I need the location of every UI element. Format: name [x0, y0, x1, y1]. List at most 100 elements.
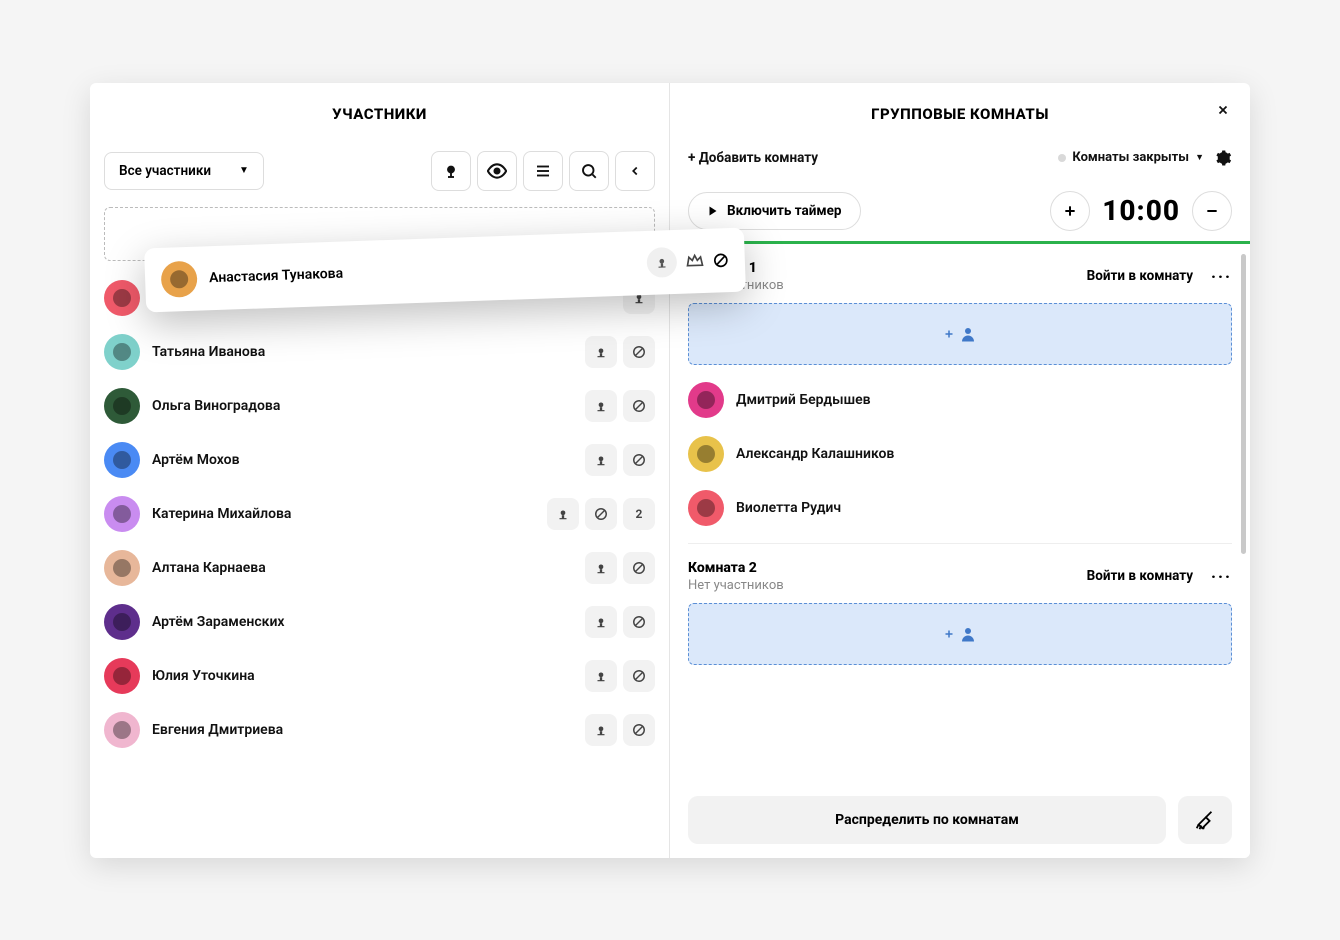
room-more-button[interactable]: ···: [1211, 567, 1232, 586]
filter-label: Все участники: [119, 163, 211, 179]
block-action-button[interactable]: [623, 714, 655, 746]
clear-rooms-button[interactable]: [1178, 796, 1232, 844]
participant-name: Александр Калашников: [736, 446, 1232, 462]
camera-toggle-button[interactable]: [431, 151, 471, 191]
participant-row[interactable]: Юлия Уточкина: [104, 649, 655, 703]
participants-toolbar: Все участники ▼: [90, 143, 669, 207]
room-more-button[interactable]: ···: [1211, 267, 1232, 286]
block-action-button[interactable]: [623, 660, 655, 692]
avatar: [688, 382, 724, 418]
close-icon: [1216, 103, 1230, 117]
rooms-status-label: Комнаты закрыты: [1072, 150, 1189, 165]
status-dot-icon: [1058, 154, 1066, 162]
visibility-toggle-button[interactable]: [477, 151, 517, 191]
block-action-button[interactable]: [585, 498, 617, 530]
block-action-button[interactable]: [623, 390, 655, 422]
camera-icon: [556, 507, 570, 521]
participant-row[interactable]: Катерина Михайлова 2: [104, 487, 655, 541]
timer-decrease-button[interactable]: [1192, 191, 1232, 231]
person-icon: [959, 625, 977, 643]
block-action-button[interactable]: [623, 444, 655, 476]
camera-action-button[interactable]: [646, 246, 677, 277]
timer-value: 10:00: [1102, 194, 1180, 227]
camera-action-button[interactable]: [547, 498, 579, 530]
collapse-button[interactable]: [615, 151, 655, 191]
block-icon: [632, 399, 646, 413]
participant-row[interactable]: Артём Мохов: [104, 433, 655, 487]
timer-toggle-button[interactable]: Включить таймер: [688, 192, 861, 230]
timer-increase-button[interactable]: [1050, 191, 1090, 231]
room-header: Комната 2 Нет участников Войти в комнату…: [688, 544, 1232, 603]
camera-icon: [594, 399, 608, 413]
block-icon: [632, 723, 646, 737]
block-action-button[interactable]: [623, 606, 655, 638]
chevron-down-icon: ▼: [1195, 152, 1204, 163]
search-button[interactable]: [569, 151, 609, 191]
plus-icon: [943, 628, 955, 640]
participant-row[interactable]: Татьяна Иванова: [104, 325, 655, 379]
participant-name: Юлия Уточкина: [152, 668, 573, 684]
crown-icon: [685, 250, 706, 271]
room-participant-row[interactable]: Дмитрий Бердышев: [688, 373, 1232, 427]
camera-action-button[interactable]: [585, 714, 617, 746]
avatar: [104, 658, 140, 694]
camera-action-button[interactable]: [585, 390, 617, 422]
timer-toggle-label: Включить таймер: [727, 203, 842, 219]
block-icon: [713, 252, 730, 269]
camera-icon: [442, 162, 460, 180]
close-button[interactable]: [1216, 103, 1230, 117]
participant-name: Катерина Михайлова: [152, 506, 535, 522]
rooms-scroll[interactable]: Комната 1 Нет участников Войти в комнату…: [670, 244, 1250, 858]
avatar: [688, 436, 724, 472]
plus-icon: [1062, 203, 1078, 219]
camera-action-button[interactable]: [585, 336, 617, 368]
participant-row[interactable]: Ольга Виноградова: [104, 379, 655, 433]
camera-action-button[interactable]: [585, 606, 617, 638]
block-action-button[interactable]: [713, 252, 730, 269]
menu-icon: [534, 162, 552, 180]
participant-name: Татьяна Иванова: [152, 344, 573, 360]
room-participant-row[interactable]: Александр Калашников: [688, 427, 1232, 481]
camera-action-button[interactable]: [585, 444, 617, 476]
camera-icon: [594, 561, 608, 575]
host-crown-button[interactable]: [685, 250, 706, 271]
participant-name: Артём Мохов: [152, 452, 573, 468]
gear-icon: [1214, 149, 1232, 167]
avatar: [104, 388, 140, 424]
camera-action-button[interactable]: [585, 552, 617, 584]
add-room-button[interactable]: + Добавить комнату: [688, 150, 818, 166]
camera-icon: [594, 345, 608, 359]
rooms-status-dropdown[interactable]: Комнаты закрыты ▼: [1058, 150, 1204, 165]
rooms-title: ГРУППОВЫЕ КОМНАТЫ: [670, 83, 1250, 143]
room-drop-zone[interactable]: [688, 603, 1232, 665]
rooms-toolbar: + Добавить комнату Комнаты закрыты ▼: [670, 143, 1250, 181]
participant-name: Евгения Дмитриева: [152, 722, 573, 738]
enter-room-button[interactable]: Войти в комнату: [1087, 568, 1193, 584]
room-drop-zone[interactable]: [688, 303, 1232, 365]
plus-icon: [943, 328, 955, 340]
avatar: [104, 442, 140, 478]
list-button[interactable]: [523, 151, 563, 191]
block-action-button[interactable]: [623, 552, 655, 584]
chevron-left-icon: [628, 164, 642, 178]
participant-row[interactable]: Евгения Дмитриева: [104, 703, 655, 757]
room-subtitle: Нет участников: [688, 578, 784, 593]
camera-icon: [594, 615, 608, 629]
settings-button[interactable]: [1214, 149, 1232, 167]
block-icon: [632, 453, 646, 467]
participant-row[interactable]: Артём Зараменских: [104, 595, 655, 649]
chevron-down-icon: ▼: [239, 165, 249, 176]
camera-icon: [594, 669, 608, 683]
distribute-button[interactable]: Распределить по комнатам: [688, 796, 1166, 844]
avatar: [104, 334, 140, 370]
room-participant-row[interactable]: Виолетта Рудич: [688, 481, 1232, 535]
block-action-button[interactable]: [623, 336, 655, 368]
participant-name: Анастасия Тунакова: [209, 255, 635, 286]
scrollbar-thumb[interactable]: [1241, 254, 1246, 554]
enter-room-button[interactable]: Войти в комнату: [1087, 268, 1193, 284]
filter-dropdown[interactable]: Все участники ▼: [104, 152, 264, 190]
camera-action-button[interactable]: [585, 660, 617, 692]
timer-bar: Включить таймер 10:00: [670, 181, 1250, 244]
camera-icon: [594, 453, 608, 467]
participant-row[interactable]: Алтана Карнаева: [104, 541, 655, 595]
